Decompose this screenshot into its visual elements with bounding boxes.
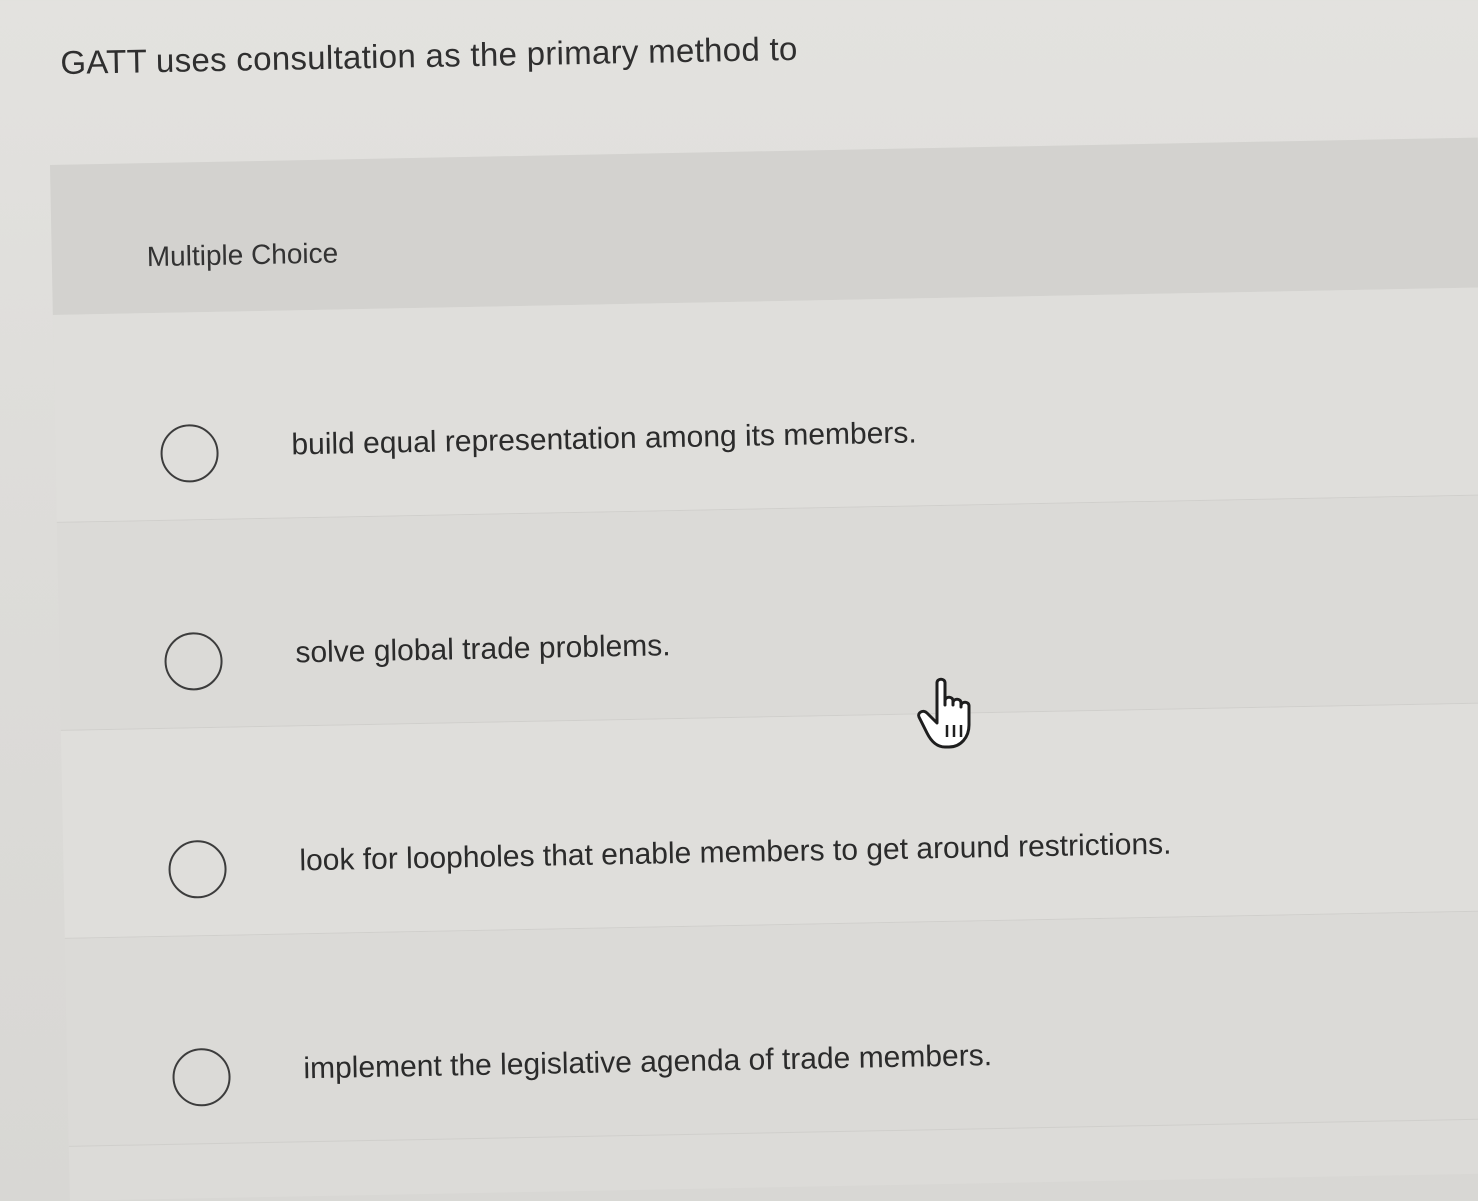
radio-button[interactable] — [167, 839, 228, 899]
panel-header: Multiple Choice — [50, 137, 1478, 315]
hand-pointer-icon — [917, 677, 971, 749]
option-row[interactable]: solve global trade problems. — [56, 495, 1478, 731]
option-label[interactable]: look for loopholes that enable members t… — [299, 828, 1172, 879]
option-label[interactable]: build equal representation among its mem… — [291, 416, 917, 462]
radio-button[interactable] — [171, 1047, 232, 1107]
multiple-choice-panel: Multiple Choice build equal representati… — [50, 137, 1478, 1201]
option-label[interactable]: implement the legislative agenda of trad… — [303, 1039, 992, 1086]
panel-title: Multiple Choice — [146, 237, 339, 273]
option-row[interactable]: implement the legislative agenda of trad… — [64, 911, 1478, 1147]
option-row[interactable]: build equal representation among its mem… — [52, 287, 1478, 523]
question-text: GATT uses consultation as the primary me… — [60, 29, 798, 81]
options-list: build equal representation among its mem… — [52, 287, 1478, 1147]
option-row[interactable]: look for loopholes that enable members t… — [60, 703, 1478, 939]
radio-button[interactable] — [164, 631, 224, 691]
option-label[interactable]: solve global trade problems. — [295, 629, 671, 670]
radio-button[interactable] — [160, 423, 220, 483]
